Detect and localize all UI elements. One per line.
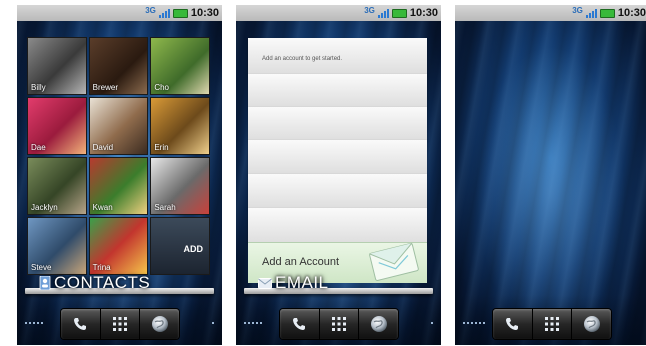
email-prompt: Add an account to get started. — [262, 56, 343, 62]
page-indicator-left[interactable] — [463, 322, 485, 324]
apps-grid-icon — [332, 317, 346, 331]
contact-name: Steve — [31, 263, 52, 272]
browser-button[interactable] — [572, 309, 611, 339]
browser-globe-icon — [151, 316, 168, 332]
contact-tile[interactable]: Jacklyn — [27, 157, 87, 215]
contact-tile[interactable]: Trina — [88, 217, 149, 275]
battery-icon — [599, 8, 615, 18]
contact-name: Trina — [92, 263, 111, 272]
contact-name: Sarah — [154, 203, 176, 212]
contact-card-icon — [39, 276, 51, 290]
browser-globe-icon — [370, 316, 387, 332]
contact-tile[interactable]: Kwan — [88, 157, 149, 215]
email-widget-title[interactable]: EMAIL — [258, 273, 329, 293]
phone-button[interactable] — [493, 309, 533, 339]
contact-name: David — [92, 143, 114, 152]
contact-tile[interactable]: Billy — [27, 37, 87, 95]
email-sheet — [248, 208, 427, 244]
home-screen-email: 3G 10:30 Add an account to get started. … — [236, 5, 441, 345]
phone-icon — [74, 318, 87, 330]
contact-name: Cho — [154, 83, 170, 92]
contact-name: Kwan — [92, 203, 113, 212]
add-account-label: Add an Account — [262, 256, 340, 268]
network-type: 3G — [572, 6, 583, 15]
email-label: EMAIL — [275, 273, 329, 292]
page-indicator-right[interactable] — [431, 322, 433, 324]
phone-icon — [293, 318, 306, 330]
browser-globe-icon — [583, 316, 600, 332]
contact-name: Billy — [31, 83, 46, 92]
contacts-grid: Billy Brewer Cho Dae David Erin Jacklyn … — [27, 37, 210, 275]
status-bar[interactable]: 3G 10:30 — [17, 5, 222, 21]
page-indicator-right[interactable] — [212, 322, 214, 324]
phone-button[interactable] — [280, 309, 320, 339]
page-indicator-left[interactable] — [25, 322, 43, 324]
dock — [493, 309, 611, 339]
contact-name: Jacklyn — [31, 203, 58, 212]
contact-name: Erin — [154, 143, 169, 152]
contact-tile[interactable]: Sarah — [150, 157, 210, 215]
home-screen-contacts: 3G 10:30 Billy Brewer Cho Dae David Erin… — [17, 5, 222, 345]
email-sheet — [248, 74, 427, 108]
status-bar[interactable]: 3G 10:30 — [236, 5, 441, 21]
app-drawer-button[interactable] — [533, 309, 573, 339]
email-widget[interactable]: Add an account to get started. Add an Ac… — [248, 38, 427, 283]
clock: 10:30 — [617, 7, 646, 19]
contact-tile[interactable]: Erin — [150, 97, 210, 155]
phone-button[interactable] — [61, 309, 101, 339]
app-drawer-button[interactable] — [320, 309, 360, 339]
email-sheet — [248, 107, 427, 141]
contact-tile[interactable]: Brewer — [88, 37, 149, 95]
contact-name: Brewer — [92, 83, 118, 92]
add-contact-tile[interactable]: ADD — [150, 217, 210, 275]
clock: 10:30 — [409, 7, 438, 19]
status-bar[interactable]: 3G 10:30 — [455, 5, 646, 21]
email-sheet — [248, 174, 427, 209]
app-drawer-button[interactable] — [101, 309, 141, 339]
apps-grid-icon — [545, 317, 559, 331]
email-sheet — [248, 140, 427, 175]
add-contact-label: ADD — [183, 244, 204, 254]
contacts-label: CONTACTS — [54, 273, 151, 292]
envelope-icon — [369, 242, 419, 281]
battery-icon — [391, 8, 407, 18]
battery-icon — [172, 8, 188, 18]
dock — [280, 309, 398, 339]
home-screen-empty: 3G 10:30 — [455, 5, 646, 345]
contact-tile[interactable]: Steve — [27, 217, 87, 275]
network-type: 3G — [145, 6, 156, 15]
browser-button[interactable] — [140, 309, 179, 339]
email-sheet: Add an account to get started. — [248, 38, 427, 75]
clock: 10:30 — [190, 7, 219, 19]
contact-tile[interactable]: David — [88, 97, 149, 155]
phone-icon — [506, 318, 519, 330]
contact-name: Dae — [31, 143, 46, 152]
page-indicator-left[interactable] — [244, 322, 262, 324]
signal-icon — [585, 8, 597, 18]
contact-tile[interactable]: Dae — [27, 97, 87, 155]
browser-button[interactable] — [359, 309, 398, 339]
email-envelope-icon — [258, 277, 272, 289]
signal-icon — [377, 8, 389, 18]
signal-icon — [158, 8, 170, 18]
network-type: 3G — [364, 6, 375, 15]
contacts-widget-title[interactable]: CONTACTS — [39, 273, 150, 293]
dock — [61, 309, 179, 339]
contact-tile[interactable]: Cho — [150, 37, 210, 95]
apps-grid-icon — [113, 317, 127, 331]
